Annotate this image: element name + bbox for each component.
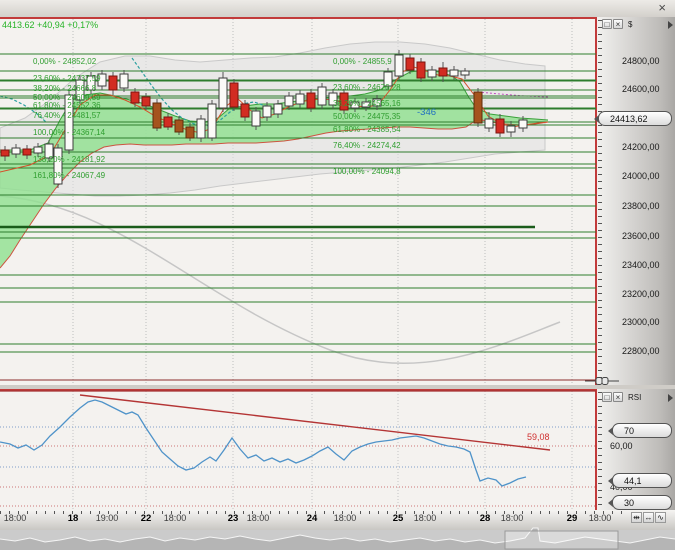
window-close-icon[interactable]: ×: [658, 0, 666, 15]
time-axis-label: 18:00: [589, 513, 612, 523]
rsi-chart-panel[interactable]: [0, 389, 597, 510]
rsi-level-60: 60,00: [610, 441, 633, 451]
rsi-scroll-arrow-icon[interactable]: [668, 394, 673, 402]
time-axis-label: 25: [393, 513, 404, 524]
price-axis-label: 23800,00: [622, 201, 660, 211]
rsi-tag-70: 70: [612, 423, 672, 438]
time-axis-label: 18: [68, 513, 79, 524]
rsi-tag-30: 30: [612, 495, 672, 510]
price-axis-label: 23600,00: [622, 231, 660, 241]
time-axis-label: 19:00: [96, 513, 119, 523]
scroll-vertical-icon[interactable]: ∿: [655, 512, 666, 523]
scroll-left-right-icon[interactable]: ⇹: [631, 512, 642, 523]
scroll-horizontal-icon[interactable]: ↔: [643, 512, 654, 523]
axis-scroll-arrow-icon[interactable]: [668, 21, 673, 29]
time-axis-label: 18:00: [414, 513, 437, 523]
price-axis-label: 23000,00: [622, 317, 660, 327]
minimap[interactable]: [0, 530, 675, 550]
time-axis-label: 18:00: [4, 513, 27, 523]
price-axis-label: 22800,00: [622, 346, 660, 356]
price-axis-label: 24200,00: [622, 142, 660, 152]
time-axis-label: 18:00: [164, 513, 187, 523]
time-axis-label: 18:00: [501, 513, 524, 523]
last-price-info: 4413.62 +40,94 +0,17%: [2, 20, 98, 30]
rsi-close-button[interactable]: ×: [613, 392, 623, 402]
time-axis-label: 22: [141, 513, 152, 524]
rsi-maximize-button[interactable]: □: [602, 392, 612, 402]
time-axis-label: 24: [307, 513, 318, 524]
time-axis-label: 29: [567, 513, 578, 524]
rsi-axis-ticks: [598, 392, 602, 508]
price-axis-label: 24600,00: [622, 84, 660, 94]
price-axis-ticks: [598, 20, 602, 382]
price-axis-label: 23200,00: [622, 289, 660, 299]
price-axis-label: 24800,00: [622, 56, 660, 66]
main-chart-panel[interactable]: [0, 17, 597, 385]
price-axis-label: 23400,00: [622, 260, 660, 270]
price-axis-title: $: [628, 20, 632, 29]
time-axis-label: 23: [228, 513, 239, 524]
rsi-axis-title: RSI: [628, 393, 641, 402]
trendline-value-label: 59,08: [527, 432, 550, 442]
main-close-button[interactable]: ×: [613, 19, 623, 29]
current-price-tag: 24413,62: [598, 111, 672, 126]
main-maximize-button[interactable]: □: [602, 19, 612, 29]
fib-delta-label: -346: [417, 107, 436, 118]
time-axis-label: 18:00: [247, 513, 270, 523]
time-axis-label: 28: [480, 513, 491, 524]
time-axis-label: 18:00: [334, 513, 357, 523]
rsi-axis[interactable]: [597, 389, 675, 510]
price-axis-label: 24000,00: [622, 171, 660, 181]
rsi-last-value-tag: 44,1: [612, 473, 672, 488]
window-titlebar[interactable]: [0, 0, 675, 17]
panel-link-icon[interactable]: [585, 376, 619, 386]
